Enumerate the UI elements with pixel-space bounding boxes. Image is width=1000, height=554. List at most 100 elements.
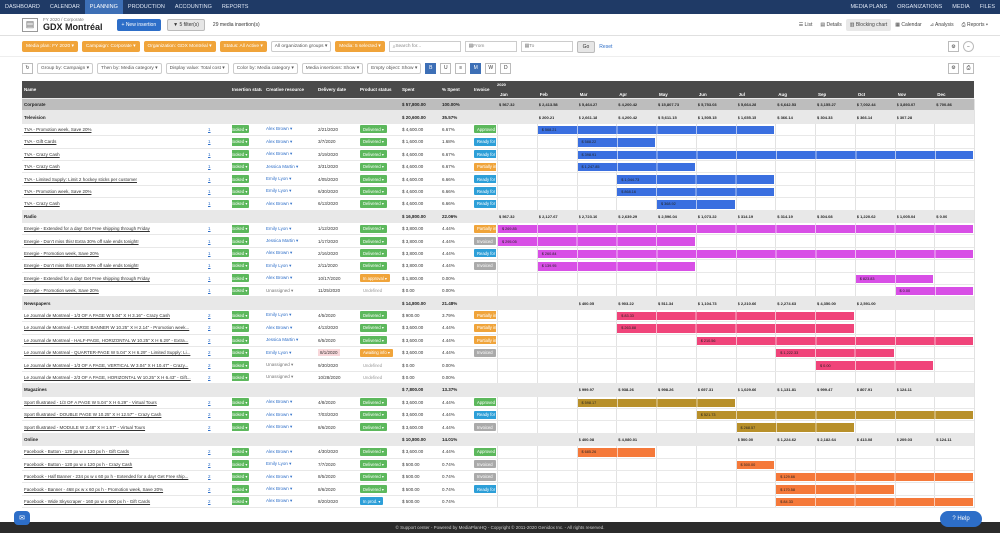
insertion-row[interactable]: TVA - Promotion week, Save 20% 1 ▬Booked ▾… — [22, 186, 974, 199]
insertion-status-badge[interactable]: Booked ▾ — [232, 274, 250, 283]
product-status-badge[interactable]: Delivered ▾ — [360, 187, 387, 196]
plan-bar-television[interactable]: $ 868.16 — [617, 187, 775, 197]
creative-resource-select[interactable]: Alex Brown ▾ — [266, 250, 292, 256]
creative-resource-select[interactable]: Unassigned ▾ — [266, 288, 293, 294]
product-status-badge[interactable]: Delivered ▾ — [360, 460, 387, 469]
toolbar-select-2[interactable]: Display value: Total cost ▾ — [165, 62, 229, 74]
plan-bar-newspapers[interactable]: $ 210.56 — [696, 336, 973, 345]
invoice-status-badge[interactable]: Approved — [474, 447, 496, 456]
insertion-name-link[interactable]: Facebook - Button - 120 px w x 120 px h … — [24, 449, 129, 454]
insertion-status-badge[interactable]: Booked ▾ — [232, 137, 250, 146]
insertion-name-link[interactable]: Le Journal de Montreal - HALF-PAGE, HORI… — [24, 338, 188, 343]
toolbar-select-3[interactable]: Color by: Media category ▾ — [232, 62, 298, 74]
insertion-number-link[interactable]: 1 — [208, 177, 211, 182]
insertion-row[interactable]: Le Journal de Montreal - 1/3 OF A PAGE, … — [22, 359, 974, 372]
invoice-status-badge[interactable]: Ready for approval — [474, 175, 496, 184]
creative-resource-select[interactable]: Alex Brown ▾ — [266, 449, 292, 455]
col-header-del[interactable]: Delivery date — [318, 87, 346, 92]
creative-resource-select[interactable]: Unassigned ▾ — [266, 374, 293, 380]
insertion-name-link[interactable]: Le Journal de Montreal - 1/3 OF A PAGE, … — [24, 363, 188, 368]
creative-resource-select[interactable]: Alex Brown ▾ — [266, 498, 292, 504]
product-status-badge[interactable]: Undefined — [360, 287, 385, 295]
view-tab-2[interactable]: ▥ Blocking chart — [845, 18, 892, 31]
plan-bar-radio[interactable]: $ 269.85 — [498, 225, 973, 234]
plan-bar-online[interactable]: $ 685.26 — [577, 448, 655, 457]
col-header-pct[interactable]: % Spent — [442, 87, 460, 92]
plan-bar-radio[interactable]: $ 139.95 — [537, 262, 695, 271]
insertion-status-badge[interactable]: Booked ▾ — [232, 311, 250, 320]
creative-resource-select[interactable]: Jessica Martin ▾ — [266, 238, 298, 244]
insertion-status-badge[interactable]: Booked ▾ — [232, 199, 250, 208]
plan-bar-radio[interactable]: $ 823.83 — [855, 274, 934, 283]
export-icon[interactable]: ⎙ — [963, 62, 974, 74]
insertion-number-link[interactable]: 1 — [208, 239, 211, 244]
insertion-status-badge[interactable]: Booked ▾ — [232, 361, 250, 370]
insertion-number-link[interactable]: 2 — [208, 462, 211, 467]
insertion-name-link[interactable]: Facebook - Banner - 468 px w x 60 px h -… — [24, 487, 163, 492]
org-groups-select[interactable]: All organization groups ▾ — [270, 41, 332, 52]
product-status-badge[interactable]: Delivered ▾ — [360, 162, 387, 171]
insertion-status-badge[interactable]: Booked ▾ — [232, 125, 250, 134]
view-tab-5[interactable]: ⎙ Reports ▾ — [958, 19, 992, 31]
insertion-row[interactable]: Energie - Extended for a day! Get Free s… — [22, 273, 974, 285]
insertion-name-link[interactable]: Energie - Don't miss this! Extra 30% off… — [24, 239, 139, 244]
creative-resource-select[interactable]: Alex Brown ▾ — [266, 325, 292, 331]
collapse-icon[interactable]: − — [963, 41, 974, 52]
plan-bar-radio[interactable]: $ 295.05 — [498, 237, 695, 246]
invoice-status-badge[interactable]: Partially invoiced — [474, 323, 496, 332]
insertion-number-link[interactable]: 2 — [208, 375, 211, 380]
insertion-row[interactable]: Energie - Don't miss this! Extra 30% off… — [22, 235, 974, 248]
insertion-status-badge[interactable]: Booked ▾ — [232, 249, 250, 258]
view-tab-1[interactable]: ▤ Details — [816, 19, 845, 31]
nav-item-accounting[interactable]: ACCOUNTING — [170, 0, 217, 14]
invoice-status-badge[interactable]: Invoiced — [474, 348, 496, 357]
product-status-badge[interactable]: In approval ▾ — [360, 274, 390, 283]
insertion-status-badge[interactable]: Booked ▾ — [232, 423, 250, 432]
insertion-number-link[interactable]: 2 — [208, 487, 211, 492]
plan-bar-newspapers[interactable]: $ 0.00 — [816, 361, 934, 370]
settings-gear-icon[interactable]: ⚙ — [948, 41, 959, 52]
creative-resource-select[interactable]: Jessica Martin ▾ — [266, 164, 298, 170]
plan-bar-radio[interactable]: $ 260.84 — [537, 249, 973, 259]
insertion-row[interactable]: TVA - Gift Cards 1 ▬Booked ▾ Alex Brown ▾ 3/… — [22, 136, 974, 149]
insertion-number-link[interactable]: 2 — [208, 449, 211, 454]
category-group-row[interactable]: Magazines $ 7,800.00 13.37% $ 999.97 $ 938.2… — [22, 384, 974, 397]
insertion-row[interactable]: Sport Illustrated - MODULE W 2.48" X H 1… — [22, 421, 974, 434]
category-group-row[interactable]: Television $ 20,600.00 35.57% $ 200.21 $ 2,6… — [22, 111, 974, 124]
insertion-status-badge[interactable]: Booked ▾ — [232, 472, 250, 481]
insertion-name-link[interactable]: Le Journal de Montreal - LARGE BANNER W … — [24, 325, 189, 330]
insertion-row[interactable]: Energie - Promotion week, Save 20% 1 ▬Book… — [22, 248, 974, 261]
insertion-name-link[interactable]: TVA - Limited Supply: Limit 2 hockey sti… — [24, 177, 137, 182]
insertion-name-link[interactable]: Facebook - Half Banner - 234 px w x 60 p… — [24, 474, 188, 479]
plan-bar-television[interactable]: $ 588.22 — [577, 138, 655, 147]
insertion-name-link[interactable]: TVA - Crazy Cash — [24, 164, 60, 169]
nav-item-media-plans[interactable]: MEDIA PLANS — [845, 0, 892, 14]
invoice-status-badge[interactable]: Ready for approval — [474, 199, 496, 208]
category-group-row[interactable]: Online $ 10,800.00 14.01% $ 400.08 $ 4,080.0… — [22, 433, 974, 447]
product-status-badge[interactable]: Delivered ▾ — [360, 137, 387, 146]
chat-icon[interactable]: ✉ — [14, 511, 30, 525]
creative-resource-select[interactable]: Emily Lyon ▾ — [266, 226, 291, 232]
col-header-res[interactable]: Creative resource — [266, 87, 304, 92]
zoom-toggle-0[interactable]: B — [425, 62, 437, 74]
product-status-badge[interactable]: Delivered ▾ — [360, 423, 387, 432]
creative-resource-select[interactable]: Alex Brown ▾ — [266, 201, 292, 207]
product-status-badge[interactable]: Delivered ▾ — [360, 199, 387, 208]
insertion-status-badge[interactable]: Booked ▾ — [232, 286, 250, 295]
insertion-number-link[interactable]: 2 — [208, 474, 211, 479]
invoice-status-badge[interactable]: Ready for approval — [474, 150, 496, 159]
insertion-row[interactable]: Le Journal de Montreal - 2/3 OF A PAGE, … — [22, 372, 974, 385]
insertion-number-link[interactable]: 1 — [208, 127, 211, 132]
insertion-number-link[interactable]: 1 — [208, 164, 211, 169]
product-status-badge[interactable]: Delivered ▾ — [360, 224, 387, 233]
col-header-spent[interactable]: Spent — [402, 87, 415, 92]
insertion-status-badge[interactable]: Booked ▾ — [232, 410, 250, 419]
insertion-status-badge[interactable]: Booked ▾ — [232, 261, 250, 270]
insertion-name-link[interactable]: Le Journal de Montreal - 2/3 OF A PAGE, … — [24, 375, 191, 380]
category-group-row[interactable]: Radio $ 16,800.00 22.06% $ 567.32 $ 2,127.67… — [22, 210, 974, 223]
col-header-ins[interactable]: Insertion status — [232, 87, 262, 92]
plan-bar-newspapers[interactable]: $ 83.33 — [617, 311, 854, 321]
filter-chip-1[interactable]: Campaign: Corporate ▾ — [81, 41, 140, 52]
insertion-name-link[interactable]: TVA - Promotion week, Save 20% — [24, 127, 91, 132]
insertion-name-link[interactable]: Sport Illustrated - MODULE W 2.48" X H 1… — [24, 425, 145, 430]
